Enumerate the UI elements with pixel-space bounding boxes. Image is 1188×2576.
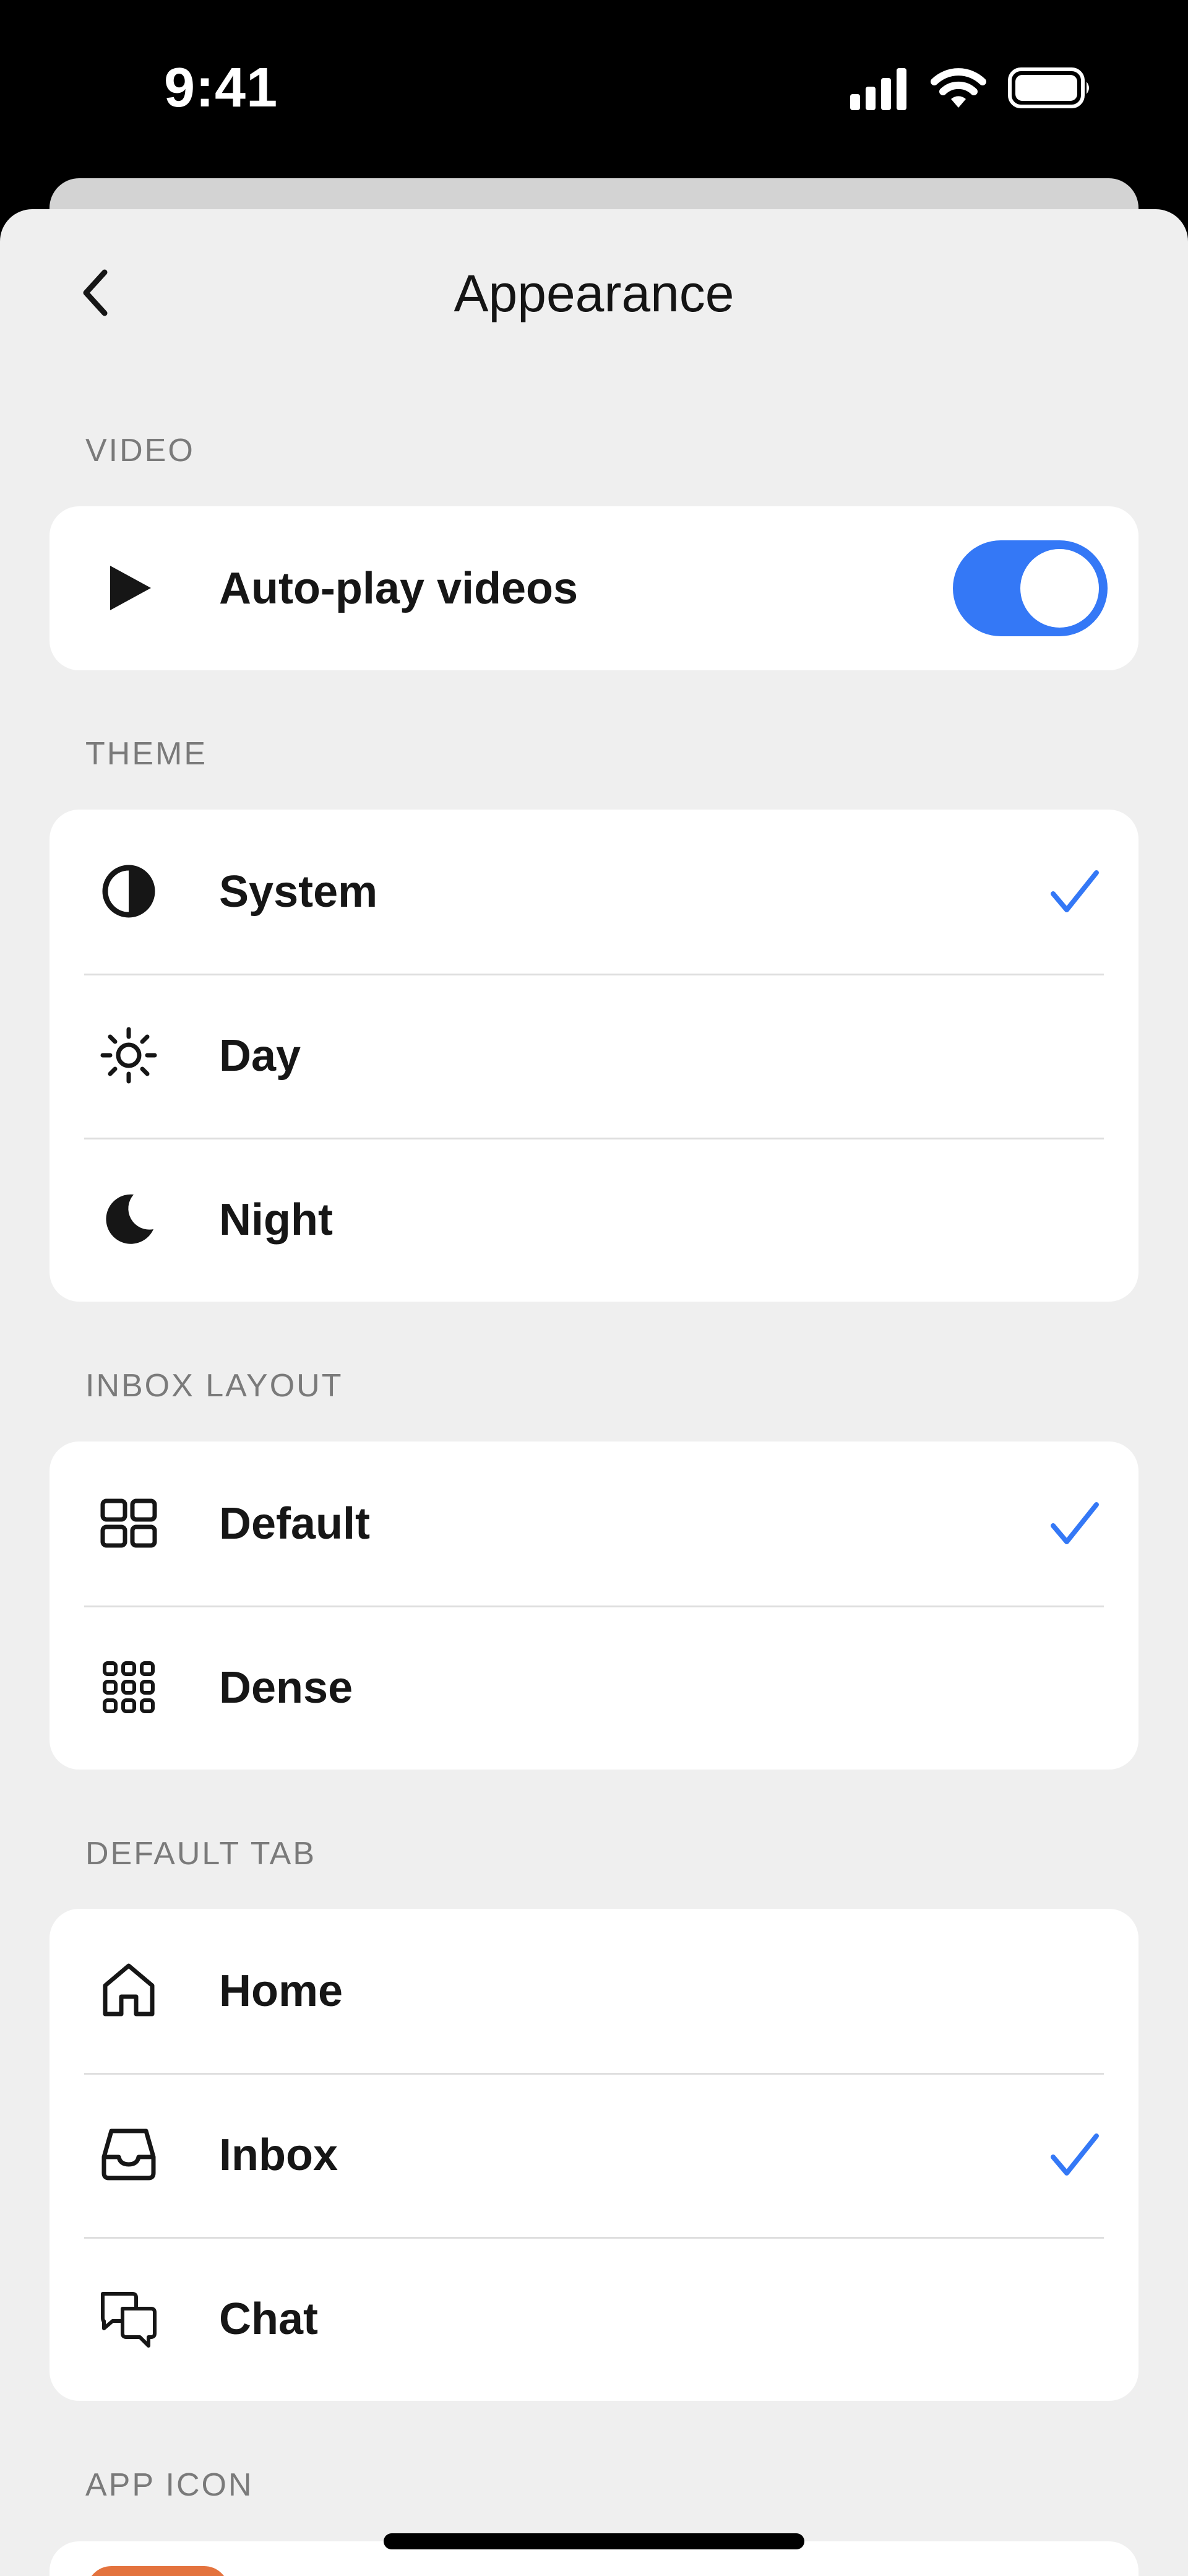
app-icon-thumbnail[interactable]	[87, 2566, 229, 2576]
sun-icon	[98, 1024, 160, 1086]
default-tab-card: Home Inbox Chat	[50, 1909, 1138, 2401]
half-circle-icon	[98, 860, 160, 922]
inbox-layout-option-label: Dense	[219, 1662, 353, 1713]
autoplay-videos-toggle[interactable]	[953, 540, 1108, 636]
page-title: Appearance	[454, 264, 734, 322]
theme-option-night[interactable]: Night	[50, 1138, 1138, 1302]
checkmark-icon	[1051, 1502, 1099, 1544]
video-card: Auto-play videos	[50, 506, 1138, 670]
autoplay-videos-label: Auto-play videos	[219, 563, 579, 613]
default-tab-option-inbox[interactable]: Inbox	[50, 2073, 1138, 2237]
default-tab-option-label: Chat	[219, 2294, 318, 2344]
play-icon	[98, 557, 160, 619]
checkmark-icon	[1051, 2133, 1099, 2176]
theme-option-system[interactable]: System	[50, 810, 1138, 974]
theme-card: System Day Night	[50, 810, 1138, 1302]
status-bar: 9:41	[0, 0, 1188, 179]
section-label-video: VIDEO	[85, 433, 195, 469]
home-icon	[98, 1960, 160, 2021]
wifi-icon	[931, 68, 986, 108]
default-tab-option-chat[interactable]: Chat	[50, 2237, 1138, 2401]
status-icons	[848, 64, 1095, 111]
chat-bubbles-icon	[98, 2288, 160, 2349]
nav-header: Appearance	[0, 209, 1188, 383]
checkmark-icon	[1051, 870, 1099, 912]
toggle-knob	[1020, 549, 1099, 628]
inbox-layout-card: Default Dense	[50, 1441, 1138, 1770]
theme-option-label: Night	[219, 1195, 333, 1245]
inbox-tray-icon	[98, 2124, 160, 2185]
default-tab-option-label: Inbox	[219, 2130, 338, 2180]
grid-2x2-icon	[98, 1492, 160, 1554]
section-label-theme: THEME	[85, 736, 207, 772]
inbox-layout-option-dense[interactable]: Dense	[50, 1606, 1138, 1770]
default-tab-option-home[interactable]: Home	[50, 1909, 1138, 2073]
inbox-layout-option-default[interactable]: Default	[50, 1441, 1138, 1606]
battery-icon	[1008, 67, 1089, 108]
theme-option-day[interactable]: Day	[50, 974, 1138, 1138]
inbox-layout-option-label: Default	[219, 1498, 371, 1549]
moon-icon	[98, 1188, 160, 1250]
section-label-inbox-layout: INBOX LAYOUT	[85, 1368, 343, 1404]
autoplay-videos-row: Auto-play videos	[50, 506, 1138, 670]
signal-icon	[850, 68, 906, 110]
home-indicator	[384, 2533, 804, 2549]
theme-option-label: System	[219, 867, 378, 917]
section-label-default-tab: DEFAULT TAB	[85, 1836, 317, 1872]
status-time: 9:41	[164, 57, 278, 119]
appearance-sheet: Appearance VIDEO Auto-play videos THEME …	[0, 209, 1188, 2576]
section-label-app-icon: APP ICON	[85, 2467, 254, 2503]
default-tab-option-label: Home	[219, 1966, 343, 2016]
grid-3x3-icon	[98, 1656, 160, 1718]
theme-option-label: Day	[219, 1031, 301, 1081]
